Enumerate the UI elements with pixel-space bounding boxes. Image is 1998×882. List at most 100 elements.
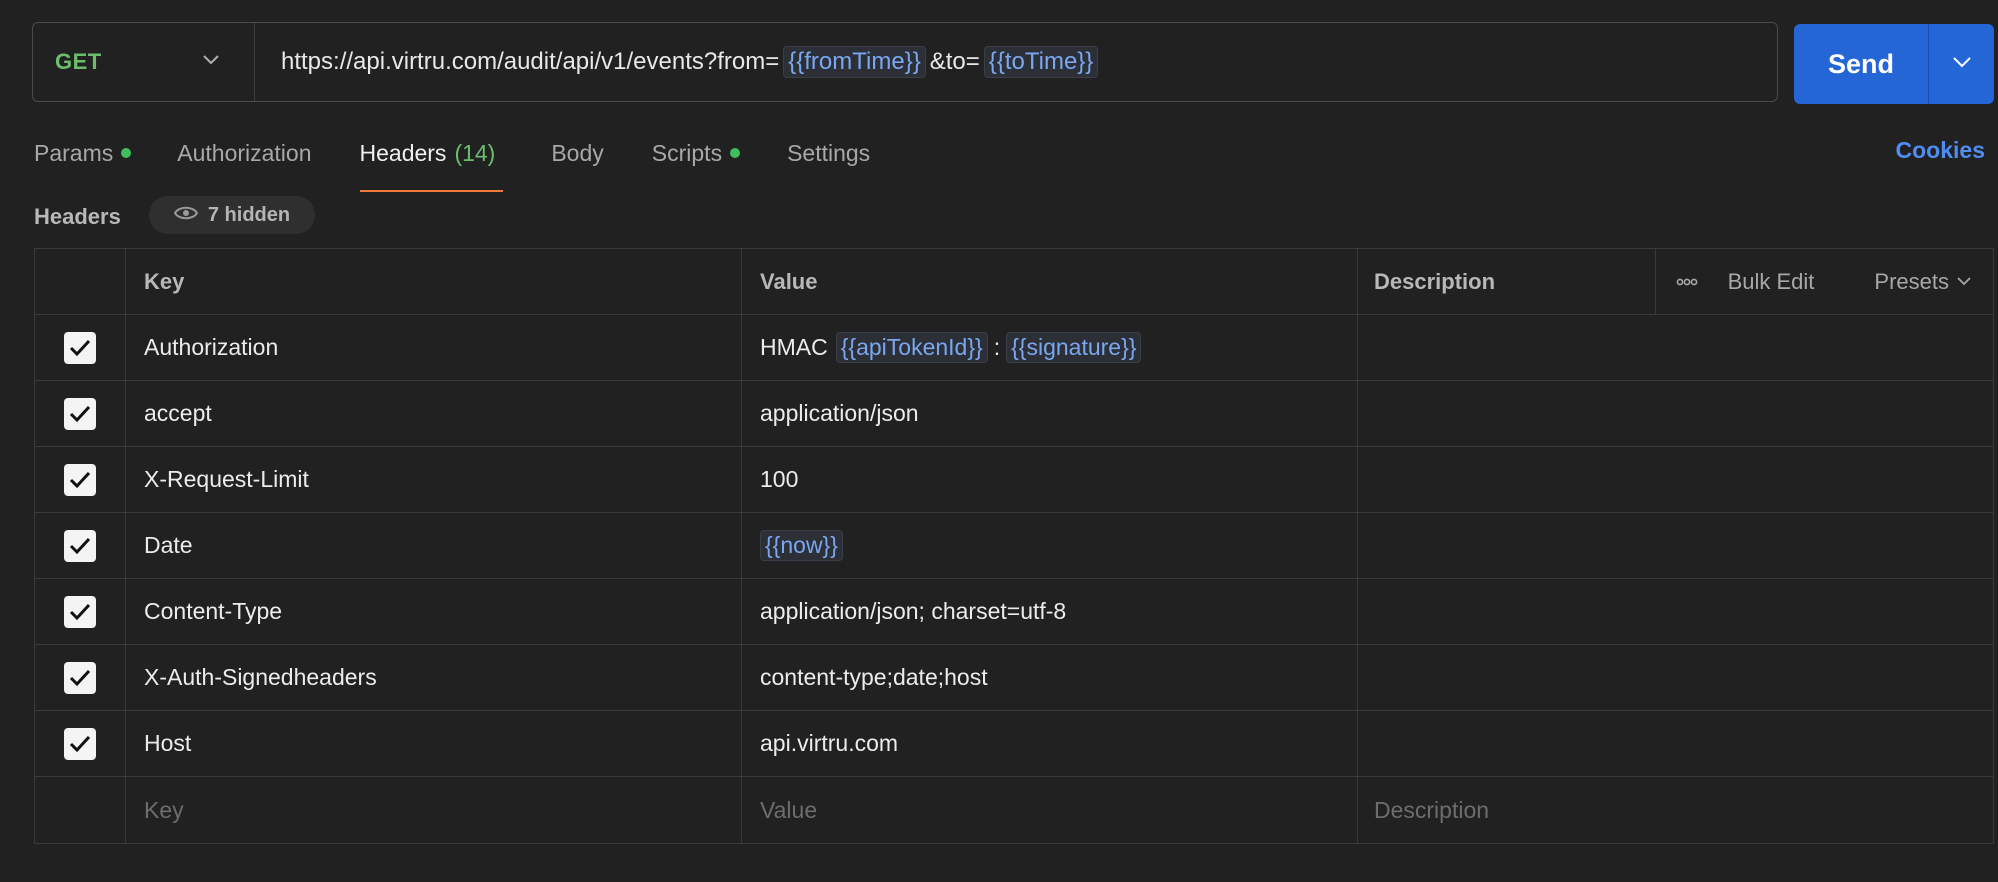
check-icon xyxy=(69,405,91,422)
row-checkbox[interactable] xyxy=(64,595,96,628)
new-value-input[interactable]: Value xyxy=(742,777,1358,843)
header-description[interactable] xyxy=(1358,711,1993,776)
tab-authorization[interactable]: Authorization xyxy=(177,134,311,172)
request-tabs: Params Authorization Headers (14) Body Sc… xyxy=(34,134,870,192)
new-description-input[interactable]: Description xyxy=(1358,777,1993,843)
header-key[interactable]: Authorization xyxy=(126,315,742,380)
row-check-cell xyxy=(35,315,126,380)
tab-body[interactable]: Body xyxy=(551,134,603,172)
tab-label: Params xyxy=(34,139,114,166)
column-header-description: Description Bulk Edit Presets xyxy=(1358,249,1993,314)
new-header-row: Key Value Description xyxy=(35,777,1993,843)
row-checkbox[interactable] xyxy=(64,463,96,496)
tab-headers[interactable]: Headers (14) xyxy=(359,134,504,192)
tab-scripts[interactable]: Scripts xyxy=(651,134,741,172)
tab-label: Scripts xyxy=(651,139,723,166)
header-key[interactable]: Content-Type xyxy=(126,579,742,644)
table-header-row: Key Value Description Bulk Edit Presets xyxy=(35,249,1993,315)
check-icon xyxy=(69,339,91,356)
chevron-down-icon xyxy=(202,53,220,71)
headers-table: Key Value Description Bulk Edit Presets … xyxy=(34,248,1994,844)
header-value[interactable]: HMAC {{apiTokenId}} : {{signature}} xyxy=(742,315,1358,380)
tab-label: Settings xyxy=(787,139,871,166)
row-check-cell xyxy=(35,777,126,843)
header-description[interactable] xyxy=(1358,579,1993,644)
row-checkbox[interactable] xyxy=(64,529,96,562)
row-check-cell xyxy=(35,645,126,710)
presets-button[interactable]: Presets xyxy=(1844,269,1971,295)
presets-label: Presets xyxy=(1874,268,1949,294)
more-icon[interactable] xyxy=(1676,278,1698,286)
tab-label: Body xyxy=(551,139,604,166)
url-mid: &to= xyxy=(929,48,980,75)
tab-count: (14) xyxy=(454,139,496,166)
row-check-cell xyxy=(35,579,126,644)
header-description[interactable] xyxy=(1358,315,1993,380)
header-description[interactable] xyxy=(1358,513,1993,578)
table-row: X-Request-Limit 100 xyxy=(35,447,1993,513)
eye-icon xyxy=(173,204,208,227)
column-header-description-label: Description xyxy=(1374,268,1496,294)
hidden-headers-toggle[interactable]: 7 hidden xyxy=(149,196,315,234)
method-select[interactable]: GET xyxy=(33,23,255,101)
row-check-cell xyxy=(35,447,126,512)
header-value[interactable]: application/json; charset=utf-8 xyxy=(742,579,1358,644)
status-dot xyxy=(121,148,132,158)
header-value[interactable]: api.virtru.com xyxy=(742,711,1358,776)
row-check-cell xyxy=(35,381,126,446)
send-options-button[interactable] xyxy=(1928,24,1994,104)
column-header-value: Value xyxy=(742,249,1358,314)
table-row: X-Auth-Signedheaders content-type;date;h… xyxy=(35,645,1993,711)
row-checkbox[interactable] xyxy=(64,661,96,694)
header-description[interactable] xyxy=(1358,381,1993,446)
header-value[interactable]: application/json xyxy=(742,381,1358,446)
url-base: https://api.virtru.com/audit/api/v1/even… xyxy=(281,48,780,75)
table-row: accept application/json xyxy=(35,381,1993,447)
row-checkbox[interactable] xyxy=(64,397,96,430)
check-icon xyxy=(69,537,91,554)
send-button-group: Send xyxy=(1794,24,1994,104)
header-description[interactable] xyxy=(1358,447,1993,512)
header-description[interactable] xyxy=(1358,645,1993,710)
tab-label: Headers xyxy=(359,139,447,166)
send-button[interactable]: Send xyxy=(1794,24,1928,104)
tab-params[interactable]: Params xyxy=(34,134,132,172)
row-check-cell xyxy=(35,513,126,578)
header-key[interactable]: Date xyxy=(126,513,742,578)
check-icon xyxy=(69,669,91,686)
url-input[interactable]: https://api.virtru.com/audit/api/v1/even… xyxy=(255,46,1102,78)
method-label: GET xyxy=(55,49,102,74)
chevron-down-icon xyxy=(1952,55,1972,73)
header-check-cell xyxy=(35,249,126,314)
table-row: Host api.virtru.com xyxy=(35,711,1993,777)
header-value[interactable]: 100 xyxy=(742,447,1358,512)
header-value[interactable]: {{now}} xyxy=(742,513,1358,578)
check-icon xyxy=(69,603,91,620)
check-icon xyxy=(69,471,91,488)
tab-settings[interactable]: Settings xyxy=(787,134,870,172)
header-key[interactable]: X-Request-Limit xyxy=(126,447,742,512)
value-separator: : xyxy=(993,334,1001,360)
header-key[interactable]: Host xyxy=(126,711,742,776)
bulk-edit-button[interactable]: Bulk Edit xyxy=(1728,269,1815,295)
row-check-cell xyxy=(35,711,126,776)
value-variable[interactable]: {{signature}} xyxy=(1006,332,1142,363)
table-actions: Bulk Edit Presets xyxy=(1654,249,1993,314)
hidden-count-label: 7 hidden xyxy=(207,203,291,226)
check-icon xyxy=(69,735,91,752)
header-key[interactable]: accept xyxy=(126,381,742,446)
header-value[interactable]: content-type;date;host xyxy=(742,645,1358,710)
row-checkbox[interactable] xyxy=(64,331,96,364)
row-checkbox[interactable] xyxy=(64,727,96,760)
value-variable[interactable]: {{now}} xyxy=(760,530,843,561)
chevron-down-icon xyxy=(1957,277,1971,286)
url-variable-from[interactable]: {{fromTime}} xyxy=(783,46,926,78)
new-key-input[interactable]: Key xyxy=(126,777,742,843)
tab-label: Authorization xyxy=(177,139,312,166)
url-variable-to[interactable]: {{toTime}} xyxy=(983,46,1099,78)
table-row: Date {{now}} xyxy=(35,513,1993,579)
value-variable[interactable]: {{apiTokenId}} xyxy=(835,332,988,363)
status-dot xyxy=(730,148,741,158)
header-key[interactable]: X-Auth-Signedheaders xyxy=(126,645,742,710)
cookies-link[interactable]: Cookies xyxy=(1896,137,1985,164)
